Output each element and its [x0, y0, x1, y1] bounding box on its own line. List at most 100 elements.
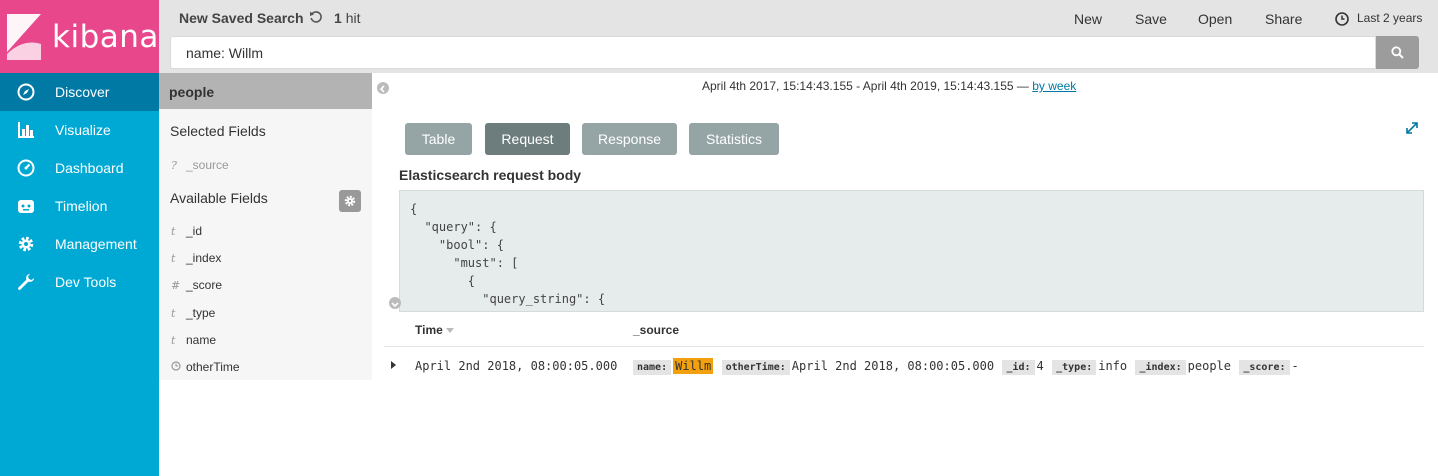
saved-search-title: New Saved Search — [179, 10, 304, 26]
gear-icon — [18, 236, 34, 252]
clock-icon — [1335, 12, 1349, 26]
field-item-id[interactable]: t _id — [171, 224, 202, 238]
search-input[interactable] — [170, 36, 1376, 69]
field-type-icon: t — [171, 334, 176, 347]
nav-item-timelion[interactable]: Timelion — [0, 187, 159, 225]
field-type-icon: ? — [171, 159, 177, 172]
new-button[interactable]: New — [1074, 11, 1102, 27]
share-button[interactable]: Share — [1265, 11, 1302, 27]
sort-down-icon[interactable] — [445, 328, 454, 334]
expand-icon[interactable] — [1404, 120, 1420, 136]
field-name: _source — [186, 158, 229, 172]
field-name: otherTime — [186, 360, 240, 374]
source-value: info — [1098, 359, 1128, 373]
request-body-title: Elasticsearch request body — [399, 167, 582, 183]
field-item-othertime[interactable]: otherTime — [171, 360, 240, 374]
field-name: _index — [186, 251, 222, 265]
timelion-icon — [18, 200, 34, 213]
source-value: - — [1291, 359, 1299, 373]
field-name: name — [186, 333, 217, 347]
field-name: _type — [186, 306, 216, 320]
source-value: people — [1187, 359, 1231, 373]
nav-item-management[interactable]: Management — [0, 225, 159, 263]
column-header-time[interactable]: Time — [415, 323, 454, 337]
kibana-logo-icon — [7, 14, 41, 60]
side-nav: kibana Discover Visualize Dashboard Time… — [0, 0, 159, 476]
nav-label: Dashboard — [55, 160, 124, 176]
field-settings-button[interactable] — [339, 190, 361, 212]
kibana-app: kibana Discover Visualize Dashboard Time… — [0, 0, 1438, 476]
source-key: _index: — [1135, 360, 1186, 375]
nav-item-dashboard[interactable]: Dashboard — [0, 149, 159, 187]
tab-statistics[interactable]: Statistics — [689, 123, 779, 155]
bar-chart-icon — [18, 122, 34, 138]
tab-response[interactable]: Response — [582, 123, 677, 155]
field-sidebar: people Selected Fields ? _source Availabl… — [159, 73, 372, 380]
nav-item-discover[interactable]: Discover — [0, 73, 159, 111]
chevron-down-icon — [391, 302, 399, 308]
tab-table[interactable]: Table — [405, 123, 472, 155]
search-button[interactable] — [1376, 36, 1419, 69]
row-time: April 2nd 2018, 08:00:05.000 — [415, 359, 618, 373]
field-item-score[interactable]: # _score — [171, 278, 222, 292]
hit-label: hit — [345, 10, 361, 26]
field-type-icon: t — [171, 307, 176, 320]
wrench-icon — [18, 274, 34, 290]
source-key: name: — [633, 360, 672, 375]
field-item-name[interactable]: t name — [171, 333, 216, 347]
collapse-sidebar-button[interactable] — [377, 82, 389, 94]
nav-label: Discover — [55, 84, 110, 100]
reset-icon[interactable] — [309, 10, 323, 24]
interval-link[interactable]: by week — [1032, 79, 1076, 93]
logo-text: kibana — [52, 19, 159, 55]
source-value-highlight: Willm — [673, 358, 714, 374]
chevron-left-icon — [379, 85, 385, 93]
clock-icon — [171, 361, 185, 374]
source-key: _score: — [1239, 360, 1290, 375]
nav-label: Management — [55, 236, 137, 252]
hit-count: 1 hit — [334, 10, 360, 26]
kibana-logo[interactable]: kibana — [0, 0, 159, 73]
field-type-icon: # — [171, 279, 181, 292]
nav-item-dev-tools[interactable]: Dev Tools — [0, 263, 159, 301]
collapse-chart-button[interactable] — [389, 297, 401, 309]
source-key: otherTime: — [721, 360, 790, 375]
field-type-icon: t — [171, 225, 176, 238]
nav-item-visualize[interactable]: Visualize — [0, 111, 159, 149]
column-header-source: _source — [633, 323, 680, 337]
dashboard-icon — [17, 159, 35, 177]
table-header-divider — [384, 346, 1424, 347]
field-name: _id — [186, 224, 203, 238]
available-fields-title: Available Fields — [170, 190, 268, 206]
hit-number: 1 — [334, 10, 342, 26]
source-key: _type: — [1052, 360, 1097, 375]
date-range-text: April 4th 2017, 15:14:43.155 - April 4th… — [702, 79, 1029, 93]
time-picker[interactable]: Last 2 years — [1357, 11, 1422, 25]
source-value: April 2nd 2018, 08:00:05.000 — [791, 359, 995, 373]
request-body-text: { "query": { "bool": { "must": [ { "quer… — [410, 202, 663, 311]
row-source: name: Willm otherTime: April 2nd 2018, 08:… — [633, 358, 1304, 375]
compass-icon — [17, 83, 35, 101]
field-name: _score — [186, 278, 223, 292]
expand-row-icon[interactable] — [391, 361, 396, 369]
nav-label: Dev Tools — [55, 274, 117, 290]
date-range-label: April 4th 2017, 15:14:43.155 - April 4th… — [702, 79, 1076, 93]
field-type-icon: t — [171, 252, 176, 265]
field-item-type[interactable]: t _type — [171, 306, 215, 320]
request-body-code[interactable]: { "query": { "bool": { "must": [ { "quer… — [399, 190, 1424, 312]
field-item-index[interactable]: t _index — [171, 251, 221, 265]
source-value: 4 — [1036, 359, 1044, 373]
search-icon — [1391, 46, 1404, 59]
index-pattern-name[interactable]: people — [159, 73, 372, 109]
save-button[interactable]: Save — [1135, 11, 1167, 27]
time-header-label: Time — [415, 323, 443, 337]
open-button[interactable]: Open — [1198, 11, 1232, 27]
gear-icon — [344, 195, 356, 207]
tab-request[interactable]: Request — [485, 123, 570, 155]
nav-label: Timelion — [55, 198, 108, 214]
top-bar: New Saved Search 1 hit New Save Open Sha… — [159, 0, 1438, 73]
selected-fields-title: Selected Fields — [170, 123, 266, 139]
nav-label: Visualize — [55, 122, 111, 138]
selected-field-source[interactable]: ? _source — [171, 158, 229, 172]
source-key: _id: — [1002, 360, 1035, 375]
